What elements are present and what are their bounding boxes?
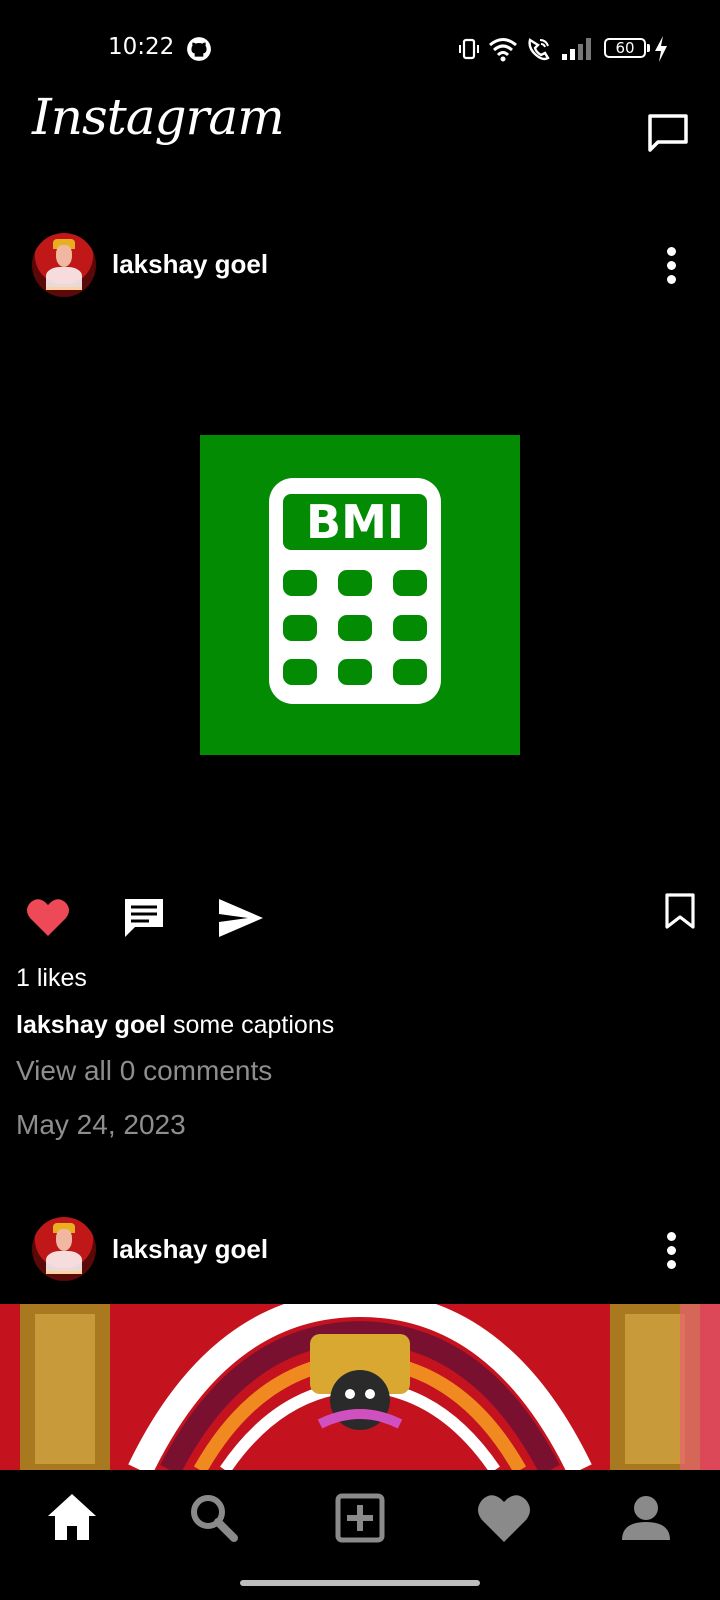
battery-tip [647,44,650,52]
bookmark-icon[interactable] [664,892,696,930]
comment-icon[interactable] [122,896,166,938]
avatar-face [56,245,72,267]
status-bar: 10:22 60 [0,0,720,96]
charging-icon [655,36,667,62]
post-image[interactable]: BMI [200,435,520,755]
caption-username[interactable]: lakshay goel [16,1011,166,1039]
vibrate-icon [459,38,479,60]
wifi-icon [489,38,517,62]
avatar-face [56,1229,72,1251]
home-icon[interactable] [42,1488,102,1548]
battery-icon: 60 [604,38,646,58]
messages-icon[interactable] [646,110,690,154]
status-time: 10:22 [108,34,175,60]
signal-icon [562,38,591,60]
profile-icon[interactable] [616,1488,676,1548]
github-icon [187,37,211,61]
more-options-button[interactable] [656,245,686,285]
post-caption: lakshay goel some captions [16,1011,334,1040]
home-indicator[interactable] [240,1580,480,1586]
status-icons: 60 [458,34,673,64]
post-date: May 24, 2023 [16,1109,186,1140]
bmi-label: BMI [306,495,404,549]
post-image[interactable] [0,1304,720,1470]
caption-text: some captions [166,1011,335,1039]
search-icon[interactable] [184,1488,244,1548]
avatar-body [46,1251,82,1273]
post-username[interactable]: lakshay goel [112,1234,268,1265]
avatar-caption [46,1271,82,1274]
likes-count[interactable]: 1 likes [16,964,87,993]
more-options-button[interactable] [656,1230,686,1270]
view-comments-link[interactable]: View all 0 comments [16,1055,272,1087]
heart-icon[interactable] [26,897,70,937]
avatar[interactable] [32,1217,96,1281]
avatar[interactable] [32,233,96,297]
shrine-image-art [0,1304,720,1470]
post-username[interactable]: lakshay goel [112,249,268,280]
bmi-calculator-icon [269,478,441,704]
avatar-body [46,267,82,289]
avatar-caption [46,287,82,290]
activity-heart-icon[interactable] [474,1488,534,1548]
app-title: Instagram [32,88,285,146]
share-icon[interactable] [218,898,264,938]
wifi-call-icon [528,38,550,61]
add-post-icon[interactable] [330,1488,390,1548]
